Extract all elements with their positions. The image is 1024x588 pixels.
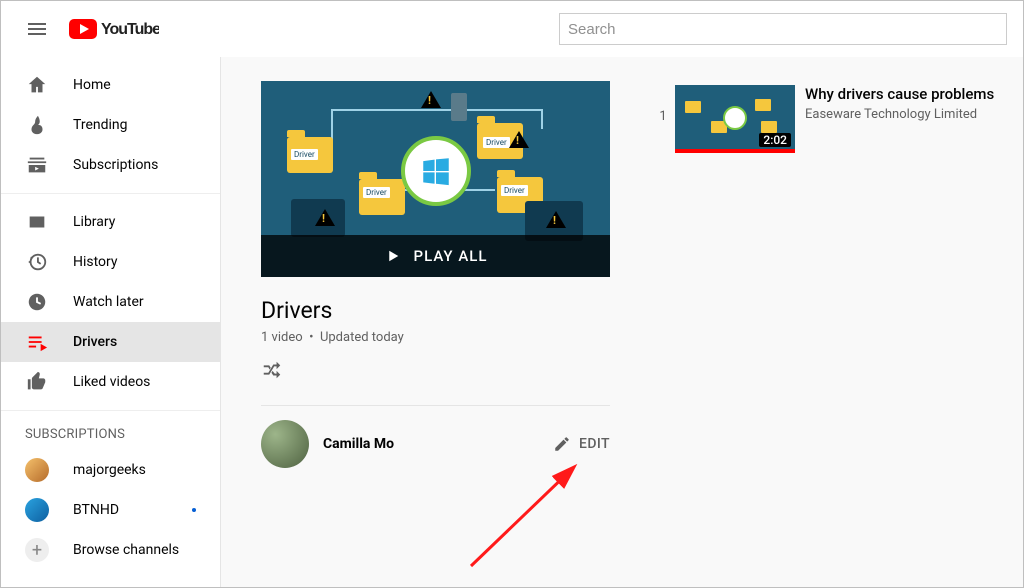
playlist-video-count: 1 video bbox=[261, 330, 303, 345]
sidebar-item-label: Liked videos bbox=[73, 374, 150, 390]
video-channel: Easeware Technology Limited bbox=[805, 107, 994, 122]
playlist-video-row[interactable]: 1 2:02 Why drivers cause problems Easewa… bbox=[651, 81, 1003, 157]
sidebar-item-label: Watch later bbox=[73, 294, 144, 310]
sidebar-item-trending[interactable]: Trending bbox=[1, 105, 220, 145]
channel-avatar-icon bbox=[25, 458, 49, 482]
sidebar-item-history[interactable]: History bbox=[1, 242, 220, 282]
channel-avatar-icon bbox=[25, 498, 49, 522]
playlist-owner-row: Camilla Mo EDIT bbox=[261, 420, 610, 468]
edit-button[interactable]: EDIT bbox=[553, 435, 610, 453]
sidebar-item-subscriptions[interactable]: Subscriptions bbox=[1, 145, 220, 185]
youtube-logo[interactable]: YouTube bbox=[69, 19, 159, 39]
search-box[interactable] bbox=[559, 13, 1007, 45]
svg-text:YouTube: YouTube bbox=[101, 21, 159, 38]
shuffle-icon[interactable] bbox=[261, 359, 283, 381]
history-icon bbox=[25, 250, 49, 274]
sidebar-item-watch-later[interactable]: Watch later bbox=[1, 282, 220, 322]
sidebar-item-label: Browse channels bbox=[73, 542, 179, 558]
edit-label: EDIT bbox=[579, 436, 610, 452]
sidebar-item-label: majorgeeks bbox=[73, 462, 146, 478]
sidebar-item-library[interactable]: Library bbox=[1, 202, 220, 242]
trending-icon bbox=[25, 113, 49, 137]
sidebar-browse-channels[interactable]: + Browse channels bbox=[1, 530, 220, 570]
sidebar-sub-majorgeeks[interactable]: majorgeeks bbox=[1, 450, 220, 490]
sidebar-item-label: BTNHD bbox=[73, 502, 119, 518]
watch-later-icon bbox=[25, 290, 49, 314]
sidebar-item-label: History bbox=[73, 254, 118, 270]
sidebar-item-drivers[interactable]: Drivers bbox=[1, 322, 220, 362]
video-index: 1 bbox=[651, 85, 675, 124]
sidebar-sub-btnhd[interactable]: BTNHD bbox=[1, 490, 220, 530]
video-duration: 2:02 bbox=[759, 133, 791, 147]
menu-icon bbox=[25, 17, 49, 41]
play-all-label: PLAY ALL bbox=[414, 247, 488, 265]
sidebar-item-label: Drivers bbox=[73, 334, 117, 350]
sidebar-item-home[interactable]: Home bbox=[1, 65, 220, 105]
video-title: Why drivers cause problems bbox=[805, 85, 994, 103]
owner-avatar[interactable] bbox=[261, 420, 309, 468]
new-content-dot-icon bbox=[192, 508, 196, 512]
playlist-video-list: 1 2:02 Why drivers cause problems Easewa… bbox=[641, 57, 1023, 587]
home-icon bbox=[25, 73, 49, 97]
search-input[interactable] bbox=[568, 21, 998, 38]
pencil-icon bbox=[553, 435, 571, 453]
windows-logo-icon bbox=[419, 154, 453, 188]
divider bbox=[261, 405, 610, 406]
owner-name[interactable]: Camilla Mo bbox=[323, 436, 394, 452]
sidebar-item-label: Subscriptions bbox=[73, 157, 158, 173]
sidebar: Home Trending Subscriptions Library Hist… bbox=[1, 57, 221, 587]
like-icon bbox=[25, 370, 49, 394]
menu-button[interactable] bbox=[17, 9, 57, 49]
sidebar-item-label: Home bbox=[73, 77, 111, 93]
youtube-logo-icon: YouTube bbox=[69, 19, 159, 39]
playlist-icon bbox=[25, 330, 49, 354]
playlist-hero[interactable]: Driver Driver Driver Driver PLAY ALL bbox=[261, 81, 610, 277]
video-progress-bar bbox=[675, 149, 795, 153]
play-icon bbox=[384, 247, 402, 265]
plus-circle-icon: + bbox=[25, 538, 49, 562]
subscriptions-icon bbox=[25, 153, 49, 177]
main-content: Driver Driver Driver Driver PLAY ALL Dri… bbox=[221, 57, 1023, 587]
playlist-meta: 1 video • Updated today bbox=[261, 330, 641, 345]
playlist-title: Drivers bbox=[261, 297, 641, 324]
sidebar-subscriptions-heading: SUBSCRIPTIONS bbox=[1, 419, 220, 450]
video-thumbnail[interactable]: 2:02 bbox=[675, 85, 795, 153]
playlist-updated: Updated today bbox=[320, 330, 404, 345]
play-all-button[interactable]: PLAY ALL bbox=[261, 235, 610, 277]
sidebar-item-liked[interactable]: Liked videos bbox=[1, 362, 220, 402]
sidebar-item-label: Trending bbox=[73, 117, 128, 133]
sidebar-item-label: Library bbox=[73, 214, 115, 230]
library-icon bbox=[25, 210, 49, 234]
app-header: YouTube bbox=[1, 1, 1023, 57]
playlist-panel: Driver Driver Driver Driver PLAY ALL Dri… bbox=[221, 57, 641, 587]
